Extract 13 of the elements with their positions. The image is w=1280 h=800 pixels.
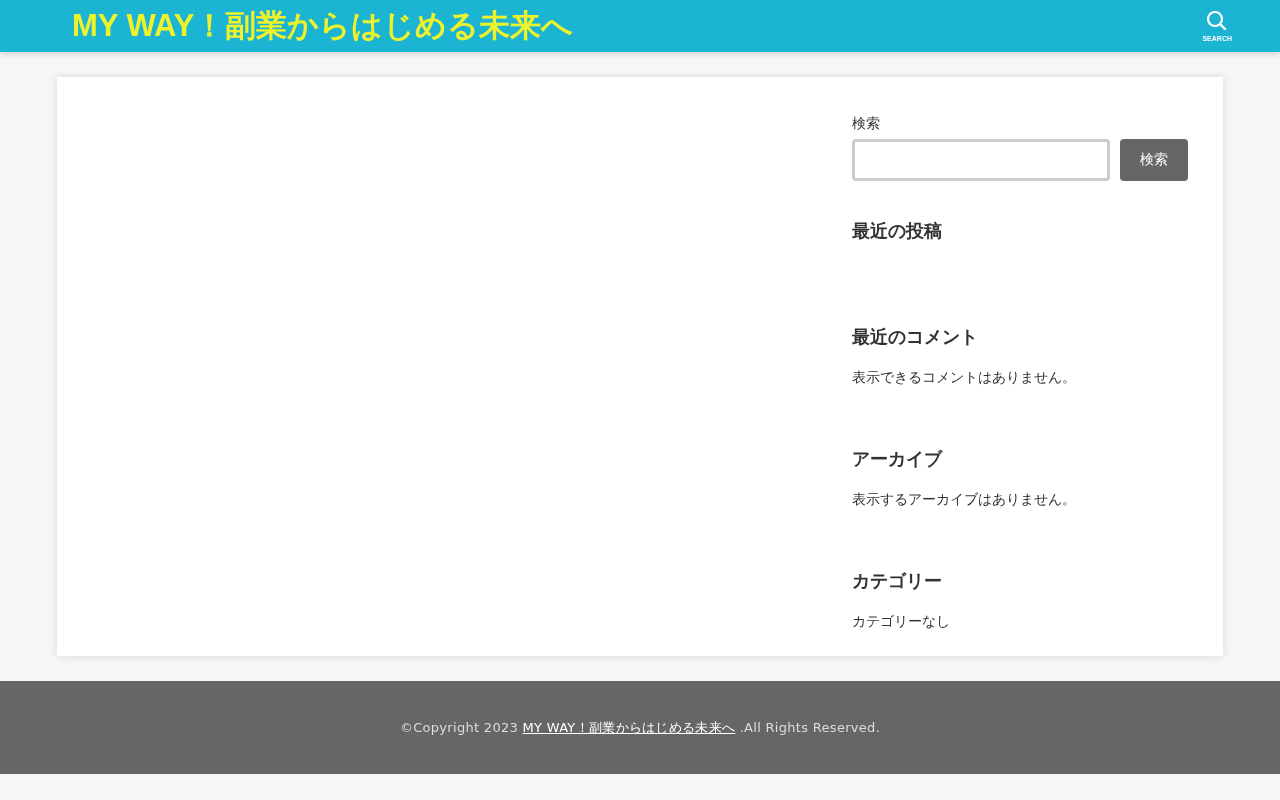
widget-title: アーカイブ (852, 447, 942, 471)
widget-title: カテゴリー (852, 569, 942, 593)
search-icon (1206, 10, 1229, 32)
widget-text: カテゴリーなし (852, 613, 950, 631)
site-link[interactable]: MY WAY！副業からはじめる未来へ (522, 719, 736, 735)
search-label: 検索 (852, 115, 880, 133)
copyright-text: ©Copyright 2023 MY WAY！副業からはじめる未来へ .All Rights Reserved. (399, 718, 881, 737)
search-submit-button[interactable]: 検索 (1120, 139, 1188, 181)
search-field[interactable] (852, 139, 1110, 181)
widget-text: 表示するアーカイブはありません。 (852, 491, 1076, 509)
widget-title: 最近のコメント (852, 325, 978, 349)
widget-title: 最近の投稿 (852, 219, 942, 243)
widget-text: 表示できるコメントはありません。 (852, 369, 1076, 387)
